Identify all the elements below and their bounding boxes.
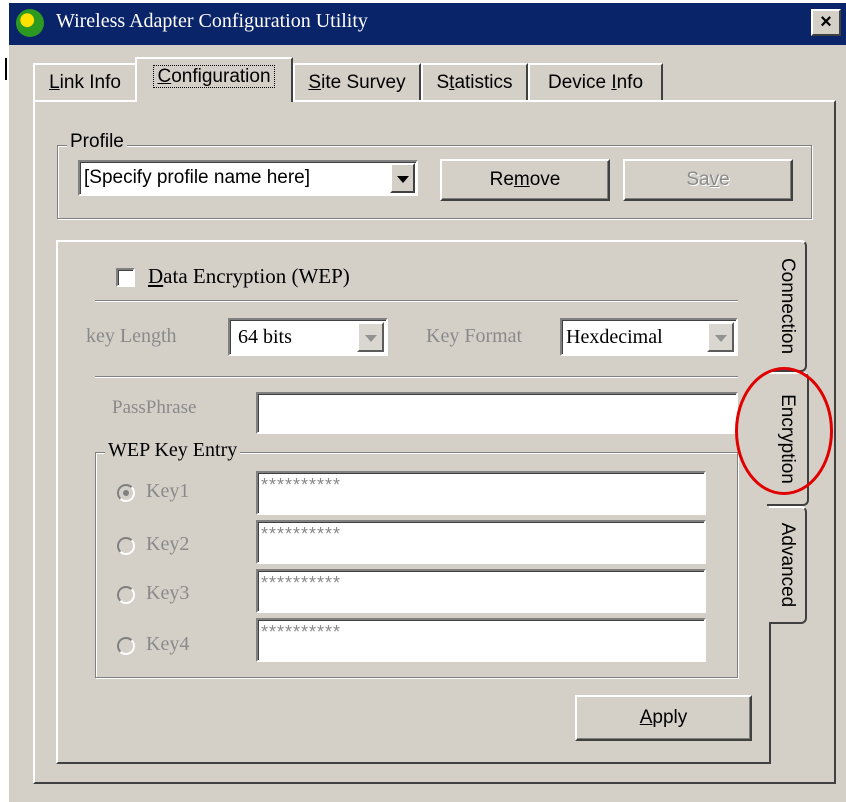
- passphrase-input[interactable]: [256, 392, 738, 434]
- key1-label: Key1: [146, 480, 190, 502]
- key3-label: Key3: [146, 582, 190, 604]
- divider: [5, 58, 7, 80]
- data-encryption-label[interactable]: Data Encryption (WEP): [148, 264, 350, 289]
- tab-configuration[interactable]: Configuration: [135, 57, 293, 102]
- chevron-down-icon: [396, 176, 409, 183]
- app-icon: [16, 9, 44, 37]
- close-button[interactable]: ×: [811, 9, 841, 36]
- key2-radio[interactable]: [117, 537, 135, 555]
- key4-radio[interactable]: [117, 637, 135, 655]
- key-format-label: Key Format: [426, 325, 523, 347]
- key1-radio[interactable]: [117, 484, 135, 502]
- key4-input[interactable]: **********: [256, 618, 706, 662]
- remove-button[interactable]: Remove: [440, 159, 610, 201]
- tab-site-survey[interactable]: Site Survey: [293, 63, 421, 102]
- key3-radio[interactable]: [117, 586, 135, 604]
- profile-name-value: [Specify profile name here]: [84, 167, 311, 188]
- divider: [95, 300, 738, 302]
- key1-input[interactable]: **********: [256, 471, 706, 515]
- wep-key-entry-label: WEP Key Entry: [105, 440, 241, 460]
- apply-button[interactable]: Apply: [575, 695, 752, 741]
- key2-label: Key2: [146, 533, 190, 555]
- profile-group-label: Profile: [67, 132, 127, 152]
- passphrase-label: PassPhrase: [112, 397, 197, 418]
- window-title: Wireless Adapter Configuration Utility: [56, 10, 368, 32]
- chevron-down-icon: [364, 335, 377, 342]
- key3-input[interactable]: **********: [256, 569, 706, 613]
- tab-device-info[interactable]: Device Info: [528, 63, 663, 102]
- tab-link-info[interactable]: Link Info: [33, 63, 137, 102]
- data-encryption-checkbox[interactable]: [116, 268, 135, 287]
- key2-input[interactable]: **********: [256, 520, 706, 564]
- key-length-dropdown-arrow[interactable]: [357, 322, 384, 352]
- key-length-label: key Length: [86, 325, 177, 347]
- profile-dropdown-arrow[interactable]: [390, 163, 415, 193]
- side-tab-connection[interactable]: Connection: [769, 240, 807, 372]
- key4-label: Key4: [146, 633, 190, 655]
- divider: [95, 376, 738, 378]
- key-format-dropdown-arrow[interactable]: [707, 322, 734, 352]
- tab-statistics[interactable]: Statistics: [421, 63, 528, 102]
- chevron-down-icon: [714, 335, 727, 342]
- side-tab-encryption[interactable]: Encryption: [767, 372, 809, 506]
- side-tab-advanced[interactable]: Advanced: [769, 506, 807, 624]
- profile-name-dropdown[interactable]: [Specify profile name here]: [78, 160, 418, 196]
- save-button[interactable]: Save: [623, 159, 793, 201]
